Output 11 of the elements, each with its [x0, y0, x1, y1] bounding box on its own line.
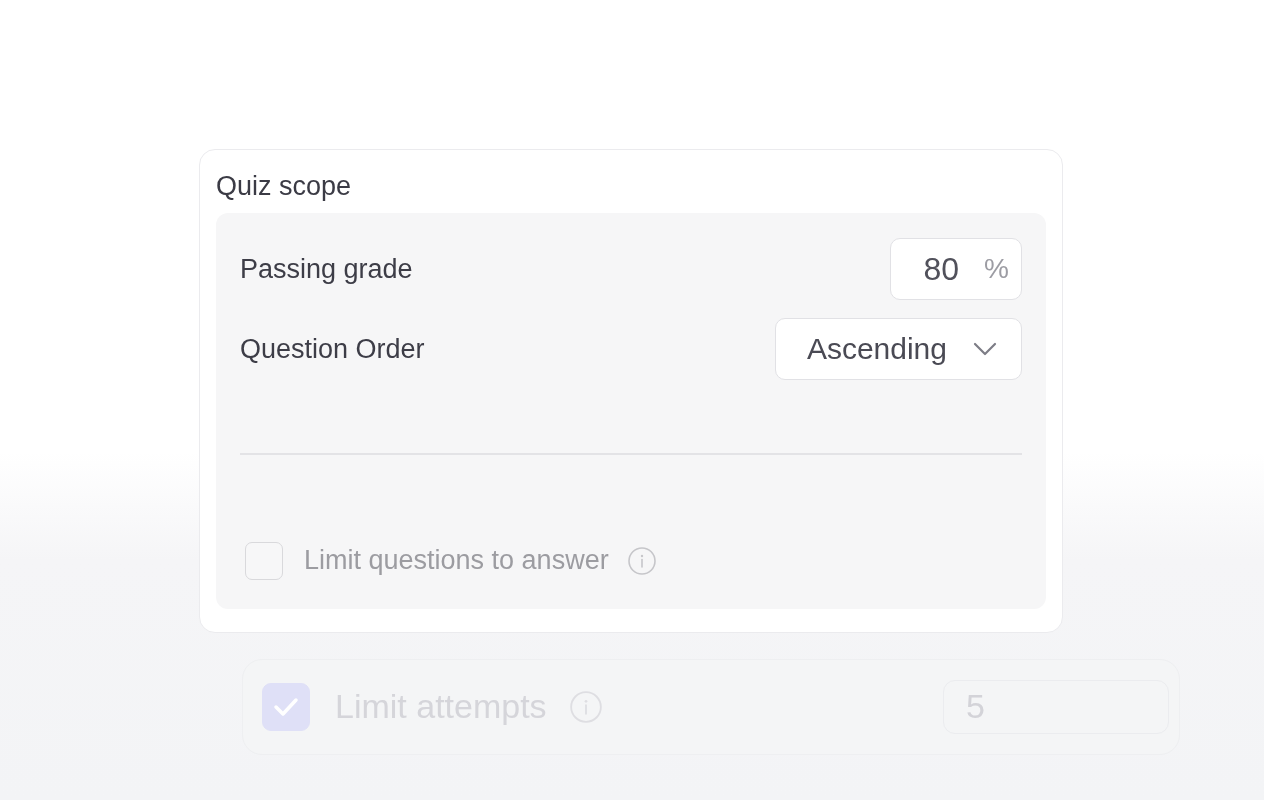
- checkbox[interactable]: [262, 682, 310, 731]
- unit-suffix: %: [984, 253, 1009, 285]
- info-icon: [627, 546, 656, 575]
- option-label: Limit questions to answer: [304, 545, 609, 576]
- dropdown-select[interactable]: Ascending: [774, 318, 1022, 380]
- check-icon: [273, 696, 299, 717]
- chevron-down-icon: [973, 342, 997, 356]
- card-title: Quiz scope: [216, 170, 352, 202]
- field-label: Question Order: [240, 333, 425, 365]
- field-label: Passing grade: [240, 253, 413, 285]
- number-input[interactable]: 80 %: [890, 238, 1022, 300]
